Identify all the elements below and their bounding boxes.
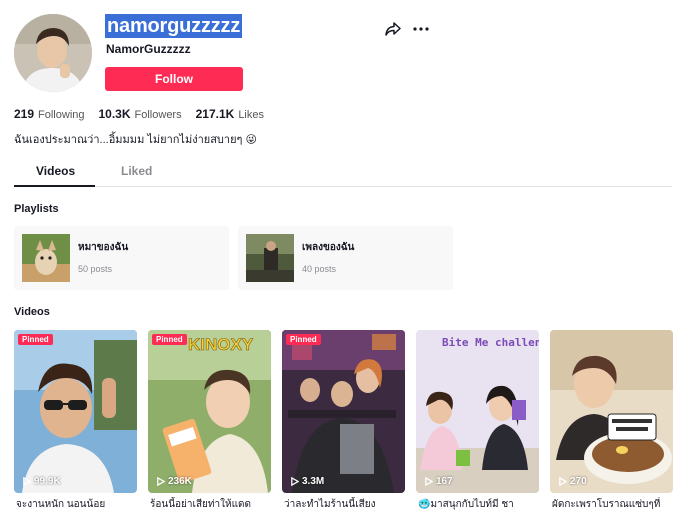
playlists-heading: Playlists — [14, 203, 59, 215]
playlist-thumbnail — [246, 234, 294, 282]
playlist-card[interactable]: หมาของฉัน 50 posts — [14, 226, 229, 290]
play-icon — [157, 477, 165, 486]
profile-stats: 219 Following 10.3K Followers 217.1K Lik… — [14, 107, 264, 121]
playlist-count: 40 posts — [302, 264, 337, 274]
followers-label: Followers — [134, 109, 182, 121]
bio: ฉันเองประมาณว่า...อิ้มมมม ไม่ยากไม่ง่ายส… — [14, 134, 257, 146]
likes-stat: 217.1K Likes — [196, 107, 264, 121]
video-caption[interactable]: 🥶มาสนุกกับไบท์มี ชา — [418, 497, 541, 512]
share-icon[interactable] — [384, 20, 402, 38]
follow-button[interactable]: Follow — [105, 67, 243, 91]
video-thumbnail[interactable]: KINOXY Pinned 236K — [148, 330, 271, 493]
view-count-value: 99.9K — [34, 476, 61, 487]
view-count: 236K — [156, 476, 192, 487]
pinned-badge: Pinned — [18, 334, 53, 345]
playlist-card[interactable]: เพลงของฉัน 40 posts — [238, 226, 453, 290]
nickname: NamorGuzzzzz — [106, 42, 191, 56]
play-icon — [559, 477, 567, 486]
video-thumbnail[interactable]: Bite Me challenge 167 — [416, 330, 539, 493]
view-count-value: 167 — [436, 476, 453, 487]
likes-count: 217.1K — [195, 107, 235, 121]
following-count: 219 — [14, 107, 35, 121]
view-count: 99.9K — [22, 476, 61, 487]
pinned-badge: Pinned — [286, 334, 321, 345]
more-options-icon[interactable] — [412, 20, 430, 38]
play-icon — [291, 477, 299, 486]
profile-tabs: Videos Liked — [14, 160, 672, 187]
playlist-thumbnail — [22, 234, 70, 282]
view-count-value: 3.3M — [302, 476, 325, 487]
view-count: 3.3M — [290, 476, 324, 487]
video-thumbnail[interactable]: Pinned 3.3M — [282, 330, 405, 493]
following-label: Following — [38, 109, 85, 121]
view-count-value: 236K — [168, 476, 192, 487]
video-thumbnail[interactable]: 270 — [550, 330, 673, 493]
view-count-value: 270 — [570, 476, 587, 487]
overlay-text: KINOXY — [188, 335, 254, 354]
video-caption[interactable]: ว่าละทำไมร้านนี้เสียง — [284, 497, 407, 512]
pinned-badge: Pinned — [152, 334, 187, 345]
likes-label: Likes — [238, 109, 264, 121]
view-count: 270 — [558, 476, 587, 487]
video-caption[interactable]: ผัดกะเพราโบราณแซ่บๆที่ — [552, 497, 675, 512]
overlay-text: Bite Me challenge — [442, 336, 539, 349]
video-thumbnail[interactable]: Pinned 99.9K — [14, 330, 137, 493]
play-icon — [23, 477, 31, 486]
avatar[interactable] — [14, 14, 92, 92]
videos-heading: Videos — [14, 306, 50, 318]
followers-count: 10.3K — [98, 107, 131, 121]
video-caption[interactable]: จะงานหนัก นอนน้อย — [16, 497, 139, 512]
username: namorguzzzzz — [105, 14, 243, 38]
playlist-title: หมาของฉัน — [78, 242, 129, 253]
playlist-count: 50 posts — [78, 264, 113, 274]
following-stat[interactable]: 219 Following — [14, 107, 85, 121]
followers-stat[interactable]: 10.3K Followers — [99, 107, 182, 121]
view-count: 167 — [424, 476, 453, 487]
active-tab-indicator — [14, 185, 95, 187]
play-icon — [425, 477, 433, 486]
tab-videos[interactable]: Videos — [36, 164, 75, 178]
video-caption[interactable]: ร้อนนี้อย่าเสียท่าให้แดด — [150, 497, 273, 512]
tab-liked[interactable]: Liked — [121, 164, 152, 178]
playlist-title: เพลงของฉัน — [302, 242, 355, 253]
